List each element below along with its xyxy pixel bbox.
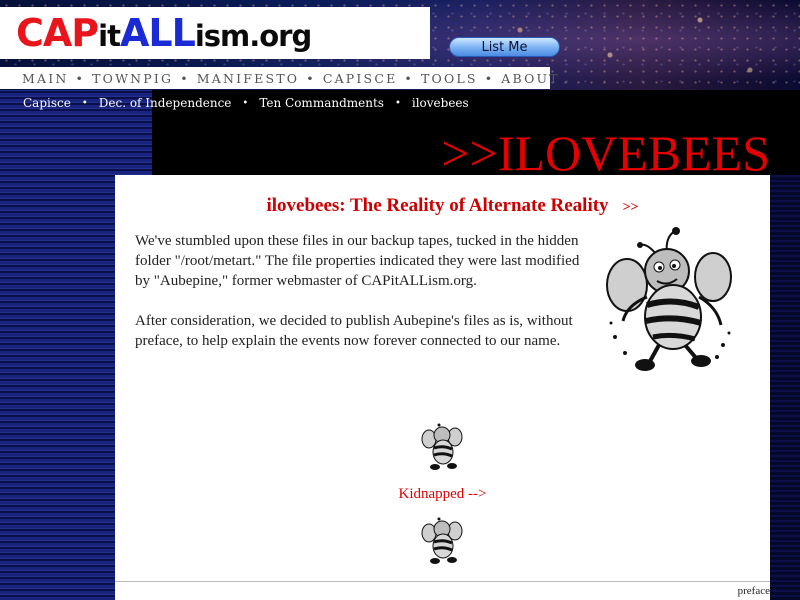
logo-cap: CAP — [16, 11, 99, 55]
content-panel: ilovebees: The Reality of Alternate Real… — [115, 175, 770, 600]
list-me-button[interactable]: List Me — [449, 37, 560, 57]
nav-item-manifesto[interactable]: MANIFESTO — [197, 71, 299, 86]
nav-item-townpig[interactable]: TOWNPIG — [92, 71, 173, 86]
main-nav: MAIN • TOWNPIG • MANIFESTO • CAPISCE • T… — [0, 67, 558, 89]
nav-separator: • — [75, 70, 86, 86]
breadcrumb-ten-commandments[interactable]: Ten Commandments — [259, 96, 384, 110]
breadcrumb-separator: • — [394, 97, 401, 109]
breadcrumb: Capisce • Dec. of Independence • Ten Com… — [23, 96, 469, 110]
article-heading-text: ilovebees: The Reality of Alternate Real… — [266, 195, 609, 216]
article-paragraph-2: After consideration, we decided to publi… — [135, 313, 573, 349]
bee-icon — [606, 227, 732, 371]
bee-small-icon — [421, 517, 463, 564]
breadcrumb-dec-of-independence[interactable]: Dec. of Independence — [99, 96, 232, 110]
page-title: >>ILOVEBEES — [441, 125, 770, 181]
nav-item-main[interactable]: MAIN — [22, 71, 69, 86]
nav-separator: • — [306, 70, 316, 86]
nav-item-tools[interactable]: TOOLS — [421, 71, 478, 86]
breadcrumb-separator: • — [81, 97, 88, 109]
logo-it: it — [98, 19, 121, 53]
breadcrumb-separator: • — [242, 97, 249, 109]
nav-item-about[interactable]: ABOUT — [501, 71, 560, 86]
nav-separator: • — [180, 70, 190, 86]
background-right-stripes — [770, 175, 800, 600]
breadcrumb-ilovebees[interactable]: ilovebees — [412, 96, 469, 110]
logo-all: ALL — [119, 11, 196, 55]
site-logo[interactable]: CAPitALLism.org — [0, 7, 430, 59]
nav-separator: • — [404, 70, 414, 86]
preface-link[interactable]: preface — [733, 585, 770, 597]
nav-separator: • — [484, 70, 495, 86]
article-heading-arrow[interactable]: >> — [623, 200, 639, 215]
logo-ism-org: ism.org — [194, 19, 312, 53]
nav-item-capisce[interactable]: CAPISCE — [323, 71, 398, 86]
content-divider — [115, 581, 770, 582]
logo-text: CAPitALLism.org — [16, 11, 312, 55]
article-heading: ilovebees: The Reality of Alternate Real… — [135, 195, 770, 217]
bee-small-icon — [421, 423, 463, 470]
kidnapped-link[interactable]: Kidnapped --> — [115, 486, 770, 503]
article-paragraph-1: We've stumbled upon these files in our b… — [135, 233, 580, 289]
breadcrumb-capisce[interactable]: Capisce — [23, 96, 71, 110]
